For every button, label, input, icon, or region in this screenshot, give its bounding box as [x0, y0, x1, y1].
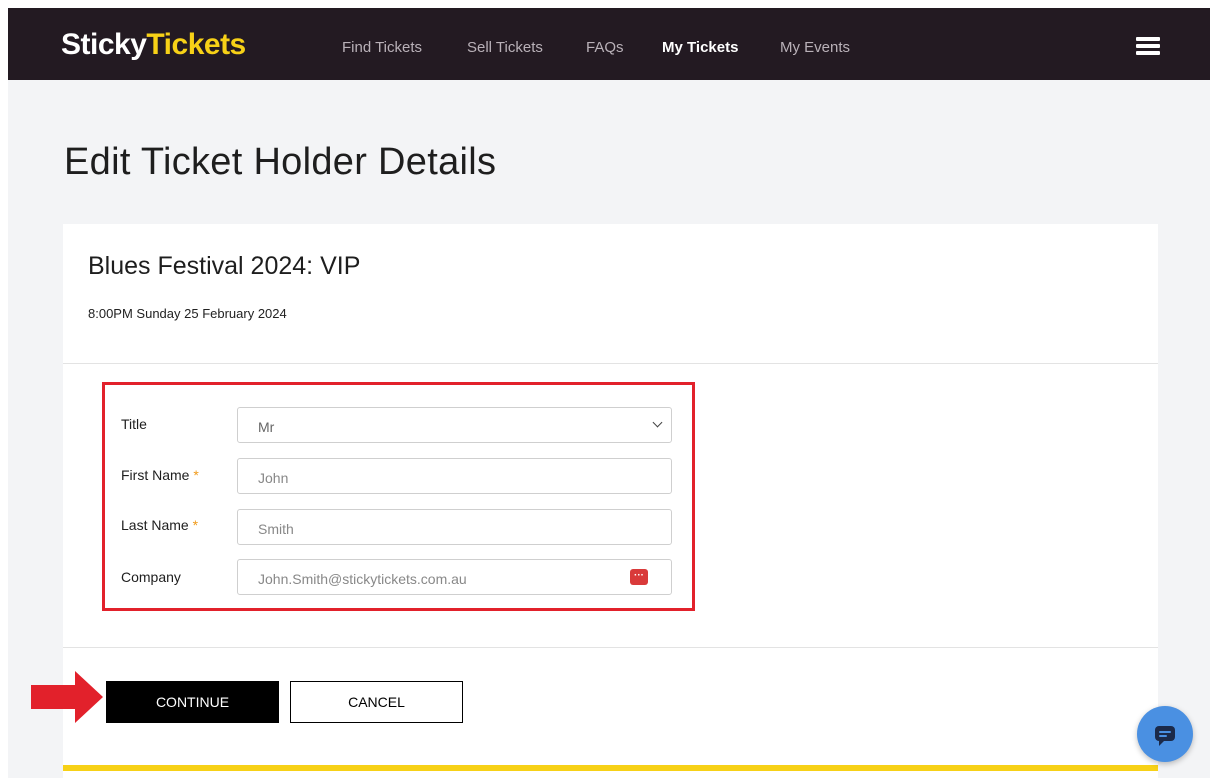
- title-select-value: Mr: [258, 419, 275, 435]
- company-input[interactable]: John.Smith@stickytickets.com.au ···: [237, 559, 672, 595]
- first-name-label: First Name *: [121, 467, 199, 483]
- ticket-card: Blues Festival 2024: VIP 8:00PM Sunday 2…: [63, 224, 1158, 778]
- event-datetime: 8:00PM Sunday 25 February 2024: [88, 306, 287, 321]
- nav-find-tickets[interactable]: Find Tickets: [342, 39, 422, 57]
- logo-text-tickets: Tickets: [146, 28, 246, 61]
- stickytickets-logo[interactable]: StickyTickets: [61, 28, 246, 62]
- nav-my-tickets[interactable]: My Tickets: [662, 39, 738, 57]
- logo-text-sticky: Sticky: [61, 28, 147, 61]
- nav-sell-tickets[interactable]: Sell Tickets: [467, 39, 543, 57]
- title-label: Title: [121, 416, 147, 432]
- page-title: Edit Ticket Holder Details: [64, 141, 497, 183]
- page-viewport: StickyTickets Find Tickets Sell Tickets …: [8, 8, 1210, 778]
- cancel-button[interactable]: CANCEL: [290, 681, 463, 723]
- last-name-value: Smith: [258, 521, 294, 537]
- event-name: Blues Festival 2024: VIP: [88, 252, 361, 280]
- chat-icon: [1155, 726, 1175, 746]
- arrow-right-icon: [31, 671, 103, 723]
- first-name-value: John: [258, 470, 289, 486]
- title-select[interactable]: Mr: [237, 407, 672, 443]
- last-name-input[interactable]: Smith: [237, 509, 672, 545]
- hamburger-menu-icon[interactable]: [1136, 37, 1160, 55]
- first-name-input[interactable]: John: [237, 458, 672, 494]
- nav-my-events[interactable]: My Events: [780, 39, 850, 57]
- company-label: Company: [121, 569, 181, 585]
- brand-accent-bar: [63, 765, 1158, 771]
- chat-widget-button[interactable]: [1137, 706, 1193, 762]
- password-manager-icon[interactable]: ···: [630, 569, 648, 585]
- top-navbar: StickyTickets Find Tickets Sell Tickets …: [8, 8, 1210, 80]
- company-value: John.Smith@stickytickets.com.au: [258, 571, 467, 587]
- last-name-label: Last Name *: [121, 517, 199, 533]
- ticket-holder-form-highlight: Title Mr First Name * John Last Name * S…: [102, 382, 695, 611]
- nav-faqs[interactable]: FAQs: [586, 39, 624, 57]
- card-divider-bottom: [63, 647, 1158, 648]
- required-asterisk: *: [192, 517, 199, 533]
- required-asterisk: *: [193, 467, 199, 483]
- continue-button[interactable]: CONTINUE: [106, 681, 279, 723]
- chevron-down-icon: [652, 417, 663, 428]
- card-divider-top: [63, 363, 1158, 364]
